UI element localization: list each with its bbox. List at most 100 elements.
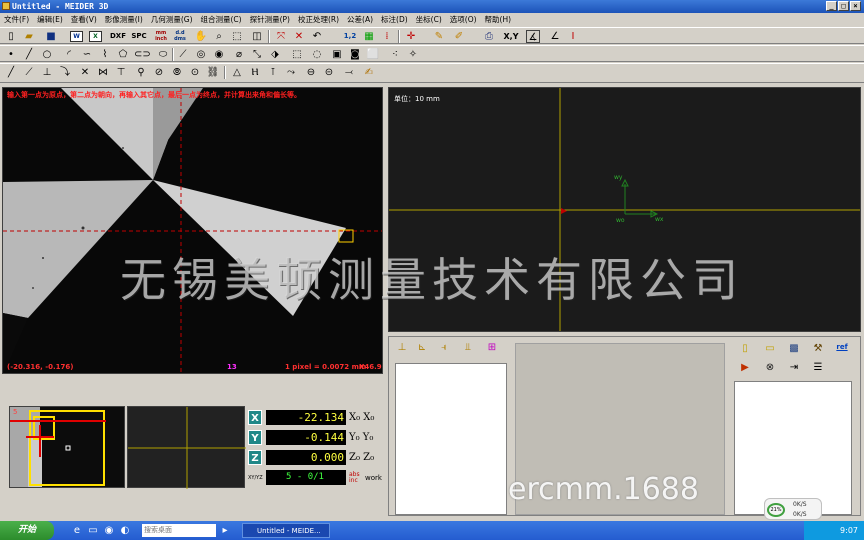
point-icon[interactable]: • <box>4 48 18 61</box>
diagonal-line-icon[interactable]: ╱ <box>4 66 18 79</box>
menu-image-measure[interactable]: 影像测量(I) <box>101 13 147 26</box>
minimap[interactable]: 5 <box>9 406 125 488</box>
axis-x-label[interactable]: X <box>248 410 262 425</box>
tangent-icon[interactable]: ⤵ <box>58 66 72 79</box>
spc-button[interactable]: SPC <box>130 30 148 43</box>
pen-icon[interactable]: ✍ <box>362 66 376 79</box>
desktop-search-input[interactable]: 搜索桌面 <box>142 524 216 537</box>
edit-icon[interactable]: ✐ <box>452 30 466 43</box>
delete-icon[interactable]: ✕ <box>292 30 306 43</box>
file-icon[interactable]: ▯ <box>738 342 752 355</box>
zoom-fit-icon[interactable]: ◫ <box>250 30 264 43</box>
axis-y-label[interactable]: Y <box>248 430 262 445</box>
circle-line-icon[interactable]: ⊘ <box>152 66 166 79</box>
number-ref-icon[interactable]: 1,2 <box>342 30 358 43</box>
center-icon[interactable]: ⚲ <box>134 66 148 79</box>
axis-icon[interactable]: ⊥ <box>395 341 409 354</box>
camera-view[interactable]: 输入第一点为原点，第二点为朝向，再输入其它点，最后一点为终点，并计算出来角和偏长… <box>2 87 383 374</box>
box-scan-icon[interactable]: ▣ <box>330 48 344 61</box>
ref-button[interactable]: ref <box>835 341 849 354</box>
h-dim-icon[interactable]: Ⲏ <box>248 66 262 79</box>
maximize-button[interactable]: □ <box>838 1 849 11</box>
ellipse-icon[interactable]: ⬭ <box>156 48 170 61</box>
dxf-button[interactable]: DXF <box>108 30 128 43</box>
chain-icon[interactable]: ⛓ <box>206 66 220 79</box>
perpendicular-icon[interactable]: ⊥ <box>40 66 54 79</box>
menu-help[interactable]: 帮助(H) <box>481 13 516 26</box>
arrow-dim-icon[interactable]: ⤳ <box>284 66 298 79</box>
rotate-axis-icon[interactable]: ⫫ <box>461 341 475 354</box>
abs-inc-toggle[interactable]: abs inc <box>349 471 363 484</box>
probe-icon[interactable]: ⌀ <box>232 48 246 61</box>
coord-system-icon[interactable]: ⊞ <box>485 341 499 354</box>
menu-options[interactable]: 选项(O) <box>446 13 481 26</box>
minus-circle-icon[interactable]: ⊝ <box>322 66 336 79</box>
polygon-icon[interactable]: ⬠ <box>116 48 130 61</box>
grid-icon[interactable]: ▦ <box>362 30 376 43</box>
curve-icon[interactable]: ∽ <box>80 48 94 61</box>
feature-list[interactable] <box>395 363 507 515</box>
menu-coordinate[interactable]: 坐标(C) <box>412 13 446 26</box>
new-file-icon[interactable]: ▯ <box>4 30 18 43</box>
step-icon[interactable]: ⇥ <box>787 361 801 374</box>
search-go-icon[interactable]: ▸ <box>218 524 232 537</box>
axis-z-label[interactable]: Z <box>248 450 262 465</box>
program-list[interactable] <box>734 381 852 515</box>
quicklaunch-media-icon[interactable]: ◉ <box>102 524 116 537</box>
edge-line-icon[interactable]: ⟋ <box>176 48 190 61</box>
menu-file[interactable]: 文件(F) <box>0 13 33 26</box>
menu-annotation[interactable]: 标注(D) <box>377 13 412 26</box>
auto-edge-icon[interactable]: ⤡ <box>250 48 264 61</box>
ring-scan-icon[interactable]: ◙ <box>348 48 362 61</box>
tools-icon[interactable]: ⚒ <box>811 342 825 355</box>
frame-scan-icon[interactable]: ⬜ <box>366 48 380 61</box>
list-icon[interactable]: ☰ <box>811 361 825 374</box>
hand-icon[interactable]: ✋ <box>194 30 208 43</box>
intersect-icon[interactable]: ✕ <box>78 66 92 79</box>
open-folder-icon[interactable]: ▰ <box>22 30 36 43</box>
menu-tolerance[interactable]: 公差(A) <box>343 13 377 26</box>
triangle-icon[interactable]: △ <box>230 66 244 79</box>
print-icon[interactable]: ⎙ <box>482 30 496 43</box>
excel-export-icon[interactable]: X <box>89 31 102 42</box>
stop-icon[interactable]: ⊗ <box>763 361 777 374</box>
start-button[interactable]: 开始 <box>0 521 54 540</box>
two-circle-icon[interactable]: ⦾ <box>170 66 184 79</box>
circle-point-icon[interactable]: ⊙ <box>188 66 202 79</box>
cad-view[interactable]: 单位：10 mm wy wx wo <box>388 87 861 332</box>
quicklaunch-desktop-icon[interactable]: ▭ <box>86 524 100 537</box>
origin-icon[interactable]: ⊾ <box>415 341 429 354</box>
axis-y-sub[interactable]: Y₀ Y₀ <box>349 432 373 443</box>
measure-icon[interactable]: ⤙ <box>342 66 356 79</box>
save-icon[interactable]: ■ <box>44 30 58 43</box>
target-icon[interactable]: ◉ <box>212 48 226 61</box>
scatter-icon[interactable]: ⁖ <box>388 48 402 61</box>
arc-icon[interactable]: ◜ <box>62 48 76 61</box>
folder-icon[interactable]: ▭ <box>763 342 777 355</box>
axis-x-sub[interactable]: X₀ X₀ <box>349 412 374 423</box>
dms-button[interactable]: d.d dms <box>172 30 188 43</box>
dimension-icon[interactable]: Ⅰ <box>566 30 580 43</box>
concentric-icon[interactable]: ◎ <box>194 48 208 61</box>
plane-selector[interactable]: XY/YZ <box>248 475 263 481</box>
point-line-icon[interactable]: ⟋ <box>22 66 36 79</box>
run-icon[interactable]: ▶ <box>738 361 752 374</box>
menu-combined-measure[interactable]: 组合测量(C) <box>197 13 246 26</box>
menu-view[interactable]: 查看(V) <box>67 13 101 26</box>
magic-icon[interactable]: ✧ <box>406 48 420 61</box>
xy-button[interactable]: X,Y <box>502 30 520 43</box>
menu-edit[interactable]: 编辑(E) <box>33 13 67 26</box>
no-angle-icon[interactable]: ∡ <box>526 30 540 43</box>
undo-icon[interactable]: ↶ <box>310 30 324 43</box>
line-icon[interactable]: ╱ <box>22 48 36 61</box>
mm-inch-button[interactable]: mm inch <box>152 30 170 43</box>
angle-icon[interactable]: ∠ <box>548 30 562 43</box>
delete-select-icon[interactable]: ⤧ <box>274 30 288 43</box>
word-export-icon[interactable]: W <box>70 31 83 42</box>
rect-scan-icon[interactable]: ⬚ <box>290 48 304 61</box>
polyline-icon[interactable]: ⌇ <box>98 48 112 61</box>
minimize-button[interactable]: _ <box>826 1 837 11</box>
data-icon[interactable]: ▩ <box>787 342 801 355</box>
taskbar-window-item[interactable]: Untitled - MEIDE... <box>242 523 330 538</box>
find-edge-icon[interactable]: ⬗ <box>268 48 282 61</box>
